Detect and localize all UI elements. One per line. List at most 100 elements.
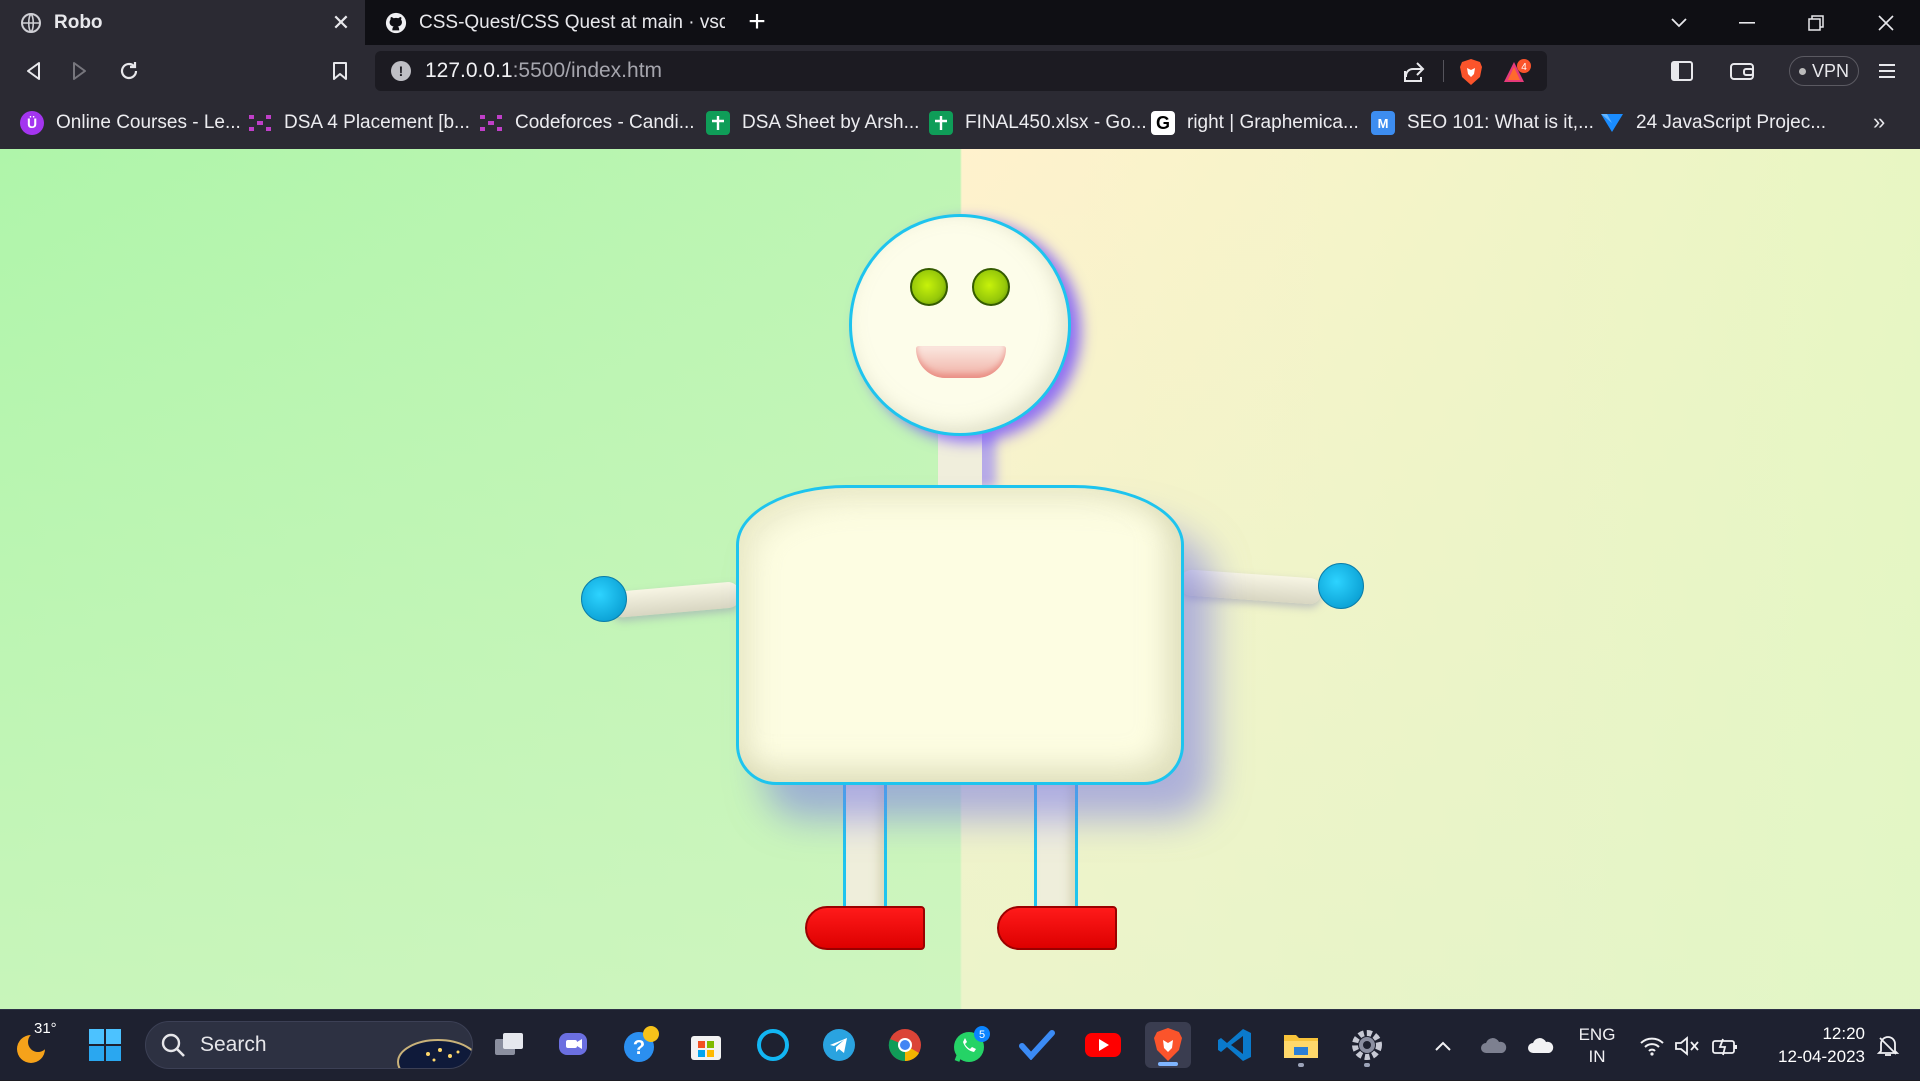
bookmark-item[interactable]: M SEO 101: What is it,...: [1371, 107, 1594, 139]
bookmark-label: SEO 101: What is it,...: [1407, 112, 1594, 133]
more-bookmarks-button[interactable]: »: [1873, 109, 1885, 135]
github-icon: [385, 12, 407, 34]
bookmark-label: FINAL450.xlsx - Go...: [965, 112, 1147, 133]
robot-left-hand: [581, 576, 627, 622]
forward-icon[interactable]: [63, 54, 97, 88]
restore-icon[interactable]: [1782, 0, 1850, 45]
robot-left-leg: [843, 783, 887, 911]
youtube-icon[interactable]: [1080, 1022, 1126, 1068]
bookmark-item[interactable]: G right | Graphemica...: [1151, 107, 1359, 139]
sheets-icon: [929, 111, 953, 135]
robot-mouth: [916, 346, 1006, 378]
vercel-blue-icon: [1600, 111, 1624, 135]
weather-widget[interactable]: 31°: [14, 1020, 57, 1066]
sheets-icon: [706, 111, 730, 135]
share-icon[interactable]: [1401, 59, 1427, 85]
tab-robo[interactable]: Robo ✕: [0, 0, 365, 45]
new-tab-button[interactable]: +: [742, 7, 772, 38]
url-host: 127.0.0.1: [425, 59, 513, 82]
taskbar: 31° Search ? 5 ENG IN 12:20 12-04-2023: [0, 1009, 1920, 1080]
bookmark-item[interactable]: Ü Online Courses - Le...: [20, 107, 241, 139]
clock-time: 12:20: [1822, 1024, 1865, 1043]
vscode-icon[interactable]: [1212, 1022, 1258, 1068]
volume-muted-icon[interactable]: [1672, 1010, 1702, 1081]
file-explorer-icon[interactable]: [1278, 1022, 1324, 1068]
moz-icon: M: [1371, 111, 1395, 135]
onedrive-gray-icon[interactable]: [1474, 1010, 1514, 1081]
codeforces-icon: [479, 111, 503, 135]
sun-icon: [17, 1032, 48, 1063]
vpn-label: VPN: [1811, 60, 1849, 81]
onedrive-icon[interactable]: [1521, 1010, 1561, 1081]
tab-css-quest[interactable]: CSS-Quest/CSS Quest at main · vsquar: [365, 0, 725, 45]
bookmark-label: DSA Sheet by Arsh...: [742, 112, 920, 133]
battery-charging-icon[interactable]: [1709, 1010, 1741, 1081]
robot-right-leg: [1034, 783, 1078, 911]
vpn-button[interactable]: VPN: [1789, 56, 1859, 86]
globe-icon: [20, 12, 42, 34]
robot-left-eye: [910, 268, 948, 306]
bookmark-item[interactable]: FINAL450.xlsx - Go...: [929, 107, 1147, 139]
todo-icon[interactable]: [1014, 1022, 1060, 1068]
task-view-icon[interactable]: [486, 1022, 532, 1068]
tab-strip: Robo ✕ CSS-Quest/CSS Quest at main · vsq…: [0, 0, 1920, 45]
robot-head: [849, 214, 1071, 436]
taskbar-search[interactable]: Search: [145, 1021, 473, 1069]
udemy-icon: Ü: [20, 111, 44, 135]
close-window-icon[interactable]: [1852, 0, 1920, 45]
search-highlight-icon: [397, 1039, 472, 1068]
brave-rewards-icon[interactable]: 4: [1502, 58, 1532, 86]
get-help-icon[interactable]: ?: [618, 1022, 664, 1068]
bookmark-icon[interactable]: [323, 54, 357, 88]
chrome-icon[interactable]: [882, 1022, 928, 1068]
bookmark-label: right | Graphemica...: [1187, 112, 1359, 133]
brave-shields-icon[interactable]: [1458, 58, 1484, 86]
vpn-status-dot: [1798, 67, 1806, 75]
wallet-icon[interactable]: [1725, 54, 1759, 88]
bookmarks-bar: Ü Online Courses - Le... DSA 4 Placement…: [0, 97, 1920, 149]
site-info-icon[interactable]: !: [391, 61, 411, 81]
telegram-icon[interactable]: [816, 1022, 862, 1068]
graphemica-icon: G: [1151, 111, 1175, 135]
start-button[interactable]: [82, 1022, 128, 1068]
close-tab-icon[interactable]: ✕: [329, 10, 353, 35]
settings-icon[interactable]: [1344, 1022, 1390, 1068]
bookmark-item[interactable]: Codeforces - Candi...: [479, 107, 695, 139]
sidebar-icon[interactable]: [1665, 54, 1699, 88]
bookmark-item[interactable]: DSA Sheet by Arsh...: [706, 107, 919, 139]
tab-search-chevron-icon[interactable]: [1645, 0, 1713, 45]
address-bar[interactable]: ! 127.0.0.1:5500/index.htm 4: [375, 51, 1547, 91]
reload-icon[interactable]: [112, 54, 146, 88]
back-icon[interactable]: [16, 54, 50, 88]
clock[interactable]: 12:20 12-04-2023: [1755, 1022, 1865, 1068]
menu-icon[interactable]: [1870, 54, 1904, 88]
language-indicator[interactable]: ENG IN: [1572, 1010, 1622, 1081]
notifications-icon[interactable]: [1868, 1010, 1908, 1081]
bookmark-item[interactable]: DSA 4 Placement [b...: [248, 107, 470, 139]
minimize-icon[interactable]: [1713, 0, 1781, 45]
search-label: Search: [200, 1033, 267, 1056]
robot-right-hand: [1318, 563, 1364, 609]
bookmark-label: DSA 4 Placement [b...: [284, 112, 470, 133]
running-indicator: [1298, 1063, 1304, 1067]
robot-right-eye: [972, 268, 1010, 306]
teams-chat-icon[interactable]: [551, 1022, 597, 1068]
windows-icon: [89, 1029, 121, 1061]
robot-right-shoe: [997, 906, 1117, 950]
language-line1: ENG: [1578, 1024, 1616, 1044]
whatsapp-icon[interactable]: 5: [948, 1022, 994, 1068]
bookmark-item[interactable]: 24 JavaScript Projec...: [1600, 107, 1826, 139]
page-viewport: [0, 149, 1920, 1009]
wifi-icon[interactable]: [1637, 1010, 1667, 1081]
temperature: 31°: [34, 1020, 57, 1037]
show-hidden-icons-chevron[interactable]: [1425, 1010, 1461, 1081]
tab-title: Robo: [54, 11, 103, 33]
brave-browser-icon[interactable]: [1145, 1022, 1191, 1068]
clock-date: 12-04-2023: [1778, 1047, 1865, 1066]
divider: [1443, 60, 1444, 82]
cortana-icon[interactable]: [750, 1022, 796, 1068]
microsoft-store-icon[interactable]: [683, 1022, 729, 1068]
search-icon: [161, 1033, 185, 1057]
svg-text:?: ?: [633, 1037, 645, 1059]
whatsapp-badge: 5: [979, 1029, 985, 1041]
